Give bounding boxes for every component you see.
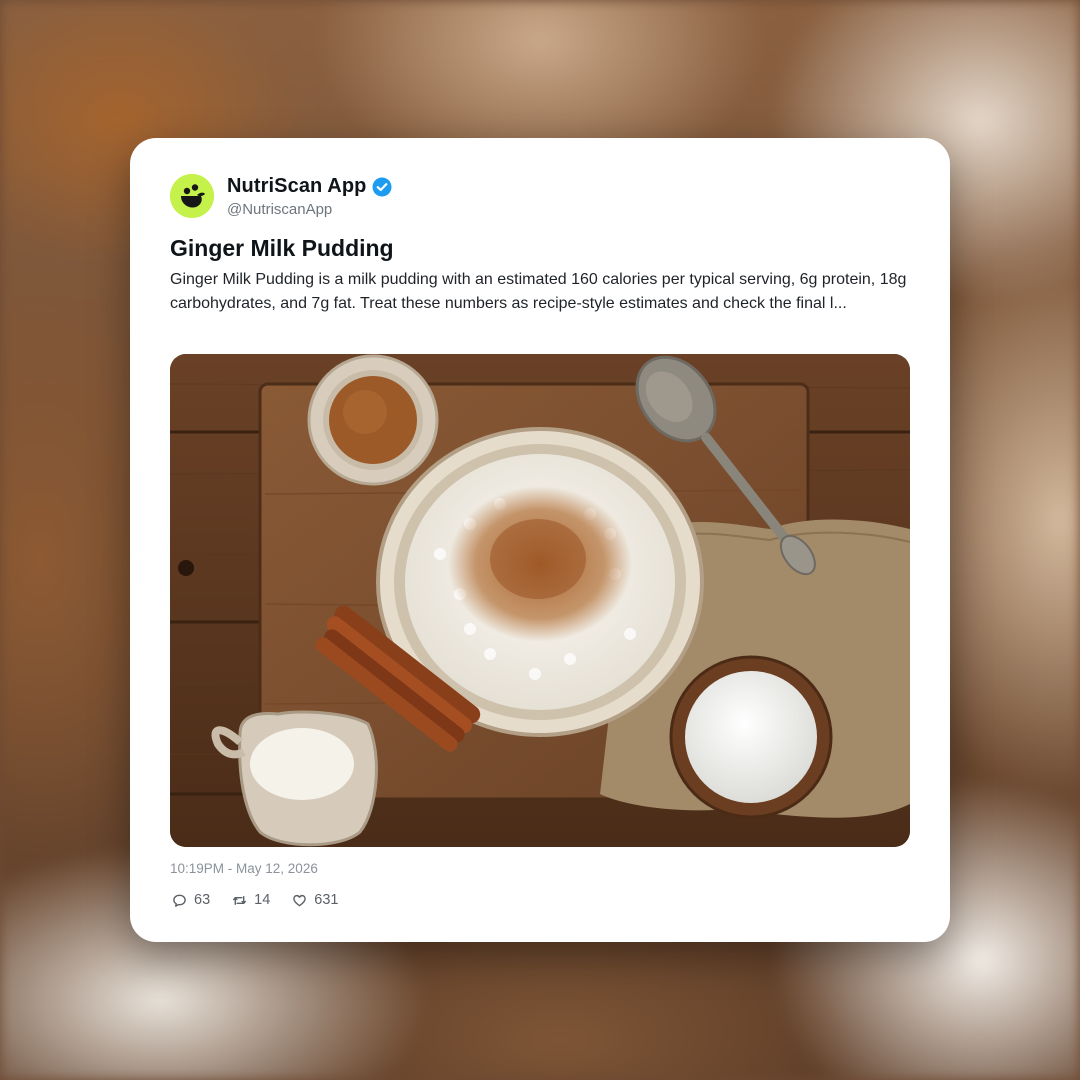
account-handle[interactable]: @NutriscanApp (227, 201, 332, 218)
repost-count: 14 (254, 892, 271, 908)
post-card: NutriScan App @NutriscanApp Ginger Milk … (130, 138, 950, 942)
reply-icon (173, 894, 186, 907)
post-text: Ginger Milk Pudding is a milk pudding wi… (170, 271, 907, 312)
post-photo[interactable] (170, 354, 910, 847)
heart-icon (293, 894, 307, 906)
reply-count: 63 (194, 892, 211, 908)
post-timestamp: 10:19PM - May 12, 2026 (170, 861, 318, 876)
pudding-photo-illustration (170, 354, 910, 847)
avatar[interactable] (170, 174, 214, 218)
like-button[interactable]: 631 (292, 892, 338, 908)
verified-badge-icon (372, 177, 392, 196)
account-name[interactable]: NutriScan App (227, 175, 366, 198)
repost-button[interactable]: 14 (232, 892, 270, 908)
repost-icon (233, 895, 247, 905)
engagement-bar: 63 14 631 (172, 892, 360, 908)
nutriscan-logo-icon (170, 174, 214, 218)
like-count: 631 (314, 892, 339, 908)
reply-button[interactable]: 63 (172, 892, 210, 908)
post-title: Ginger Milk Pudding (170, 235, 394, 261)
account-name-row: NutriScan App (227, 175, 392, 198)
